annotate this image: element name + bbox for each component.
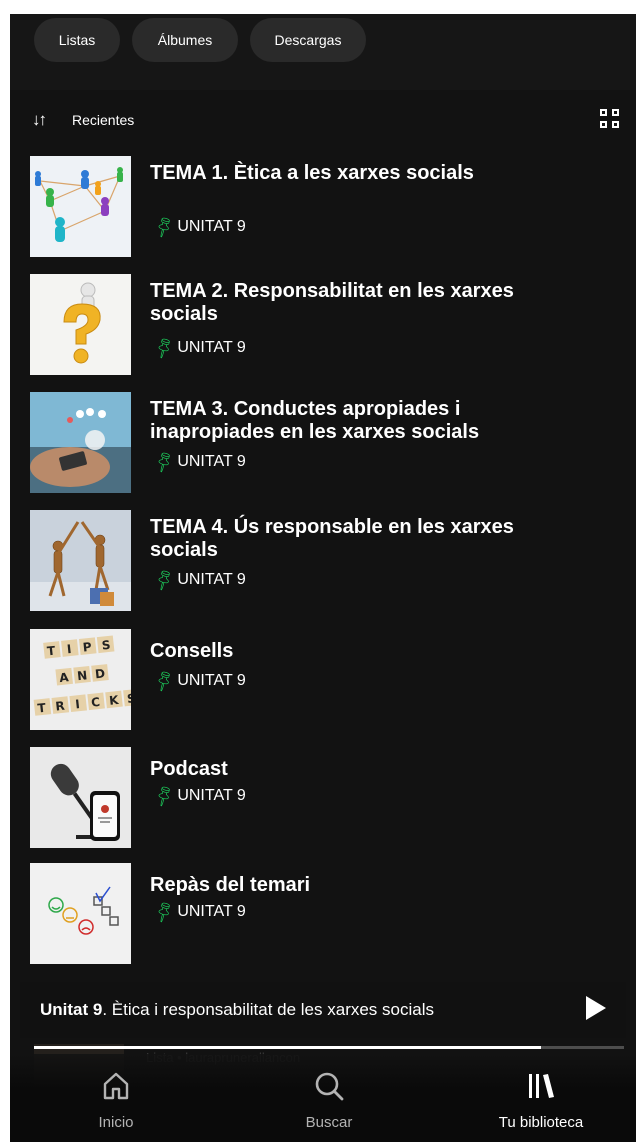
item-subtitle: 📌︎ UNITAT 9 — [151, 568, 246, 593]
smiley-checklist-image — [30, 863, 131, 964]
item-subtitle: 📌︎ UNITAT 9 — [151, 784, 246, 809]
now-playing-bar[interactable]: Unitat 9. Ètica i responsabilitat de les… — [20, 982, 626, 1038]
svg-text:S: S — [101, 638, 111, 653]
item-title: Consells — [150, 640, 234, 662]
microphone-image — [30, 747, 131, 848]
svg-text:D: D — [94, 666, 105, 681]
nav-label-tu-biblioteca: Tu biblioteca — [498, 1114, 584, 1131]
pin-icon: 📌︎ — [151, 214, 178, 240]
nav-buscar[interactable]: Buscar — [249, 1054, 409, 1142]
sort-bar: ↓↑ Recientes — [10, 90, 636, 150]
item-subtitle-text: UNITAT 9 — [177, 218, 246, 235]
library-icon — [529, 1074, 554, 1098]
now-playing-title-rest: . Ètica i responsabilitat de les xarxes … — [102, 1000, 434, 1019]
item-title: TEMA 2. Responsabilitat en les xarxes so… — [150, 280, 514, 325]
pin-icon: 📌︎ — [151, 567, 178, 593]
list-item[interactable]: TEMA 1. Ètica a les xarxes socials 📌︎ UN… — [10, 150, 636, 266]
nav-label-buscar: Buscar — [305, 1114, 353, 1131]
list-item[interactable]: Podcast 📌︎ UNITAT 9 — [10, 741, 636, 857]
item-subtitle: 📌︎ UNITAT 9 — [151, 450, 246, 475]
play-icon[interactable] — [586, 996, 606, 1020]
svg-text:R: R — [55, 699, 66, 714]
sort-arrows-icon[interactable]: ↓↑ — [32, 110, 47, 130]
filter-chip-listas[interactable]: Listas — [34, 18, 120, 62]
item-subtitle: 📌︎ UNITAT 9 — [151, 900, 246, 925]
pin-icon: 📌︎ — [151, 449, 178, 475]
grid-view-icon[interactable] — [600, 109, 622, 131]
now-playing-title-bold: Unitat 9 — [40, 1000, 103, 1019]
svg-text:S: S — [126, 691, 131, 706]
item-subtitle: 📌︎ UNITAT 9 — [151, 336, 246, 361]
filter-chip-descargas[interactable]: Descargas — [250, 18, 366, 62]
playback-progress-fill — [34, 1046, 542, 1049]
item-subtitle-text: UNITAT 9 — [177, 672, 246, 689]
item-title: TEMA 3. Conductes apropiades i inapropia… — [150, 398, 480, 443]
filter-bar: Listas Álbumes Descargas — [10, 14, 636, 90]
list-item[interactable]: Repàs del temari 📌︎ UNITAT 9 — [10, 857, 636, 973]
home-icon — [103, 1072, 129, 1100]
list-item[interactable]: TEMA 4. Ús responsable en les xarxes soc… — [10, 504, 636, 620]
list-item[interactable]: TEMA 3. Conductes apropiades i inapropia… — [10, 386, 636, 502]
nav-tu-biblioteca[interactable]: Tu biblioteca — [461, 1054, 621, 1142]
item-title: TEMA 1. Ètica a les xarxes socials — [150, 162, 474, 184]
item-subtitle: 📌︎ UNITAT 9 — [151, 215, 246, 240]
item-title: Podcast — [150, 758, 228, 780]
pin-icon: 📌︎ — [151, 335, 178, 361]
filter-chip-albumes[interactable]: Álbumes — [132, 18, 238, 62]
nav-label-inicio: Inicio — [98, 1114, 134, 1131]
svg-text:P: P — [82, 640, 92, 655]
svg-text:N: N — [76, 668, 87, 683]
nav-inicio[interactable]: Inicio — [36, 1054, 196, 1142]
wooden-figures-image — [30, 510, 131, 611]
tips-tricks-image: T I P S A N D T R I C K S — [30, 629, 131, 730]
item-subtitle-text: UNITAT 9 — [177, 787, 246, 804]
library-screen: Listas Álbumes Descargas ↓↑ Recientes TE… — [10, 14, 636, 1142]
network-people-image — [30, 156, 131, 257]
item-subtitle-text: UNITAT 9 — [177, 453, 246, 470]
hand-phone-image — [30, 392, 131, 493]
pin-icon: 📌︎ — [151, 668, 178, 694]
pin-icon: 📌︎ — [151, 899, 178, 925]
item-title: Repàs del temari — [150, 874, 311, 896]
bottom-navigation: Inicio Buscar Tu biblioteca — [10, 1054, 636, 1142]
playback-progress-bar[interactable] — [34, 1046, 624, 1049]
list-item[interactable]: TEMA 2. Responsabilitat en les xarxes so… — [10, 268, 636, 384]
item-subtitle: 📌︎ UNITAT 9 — [151, 669, 246, 694]
item-title: TEMA 4. Ús responsable en les xarxes soc… — [150, 516, 514, 561]
item-subtitle-text: UNITAT 9 — [177, 571, 246, 588]
item-subtitle-text: UNITAT 9 — [177, 903, 246, 920]
question-mark-image — [30, 274, 131, 375]
now-playing-title: Unitat 9. Ètica i responsabilitat de les… — [40, 1000, 434, 1020]
list-item[interactable]: T I P S A N D T R I C K S Consells 📌︎ UN… — [10, 623, 636, 739]
pin-icon: 📌︎ — [151, 783, 178, 809]
item-subtitle-text: UNITAT 9 — [177, 339, 246, 356]
sort-label[interactable]: Recientes — [72, 112, 134, 128]
search-icon — [315, 1072, 344, 1101]
svg-text:C: C — [91, 695, 101, 710]
